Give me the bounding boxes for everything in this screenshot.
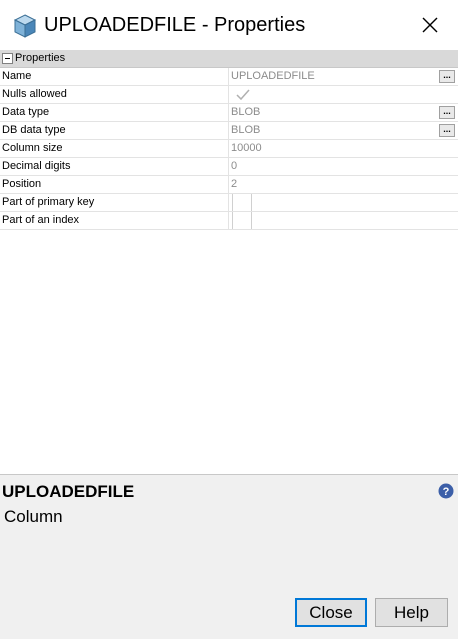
property-value[interactable]: BLOB	[231, 122, 260, 139]
close-icon[interactable]	[418, 13, 442, 37]
help-icon[interactable]: ?	[438, 483, 454, 499]
column-divider	[228, 104, 229, 121]
column-divider	[228, 158, 229, 175]
checkmark-icon[interactable]	[234, 87, 252, 102]
ellipsis-button[interactable]: ...	[439, 70, 455, 83]
property-row-db-data-type[interactable]: DB data type BLOB ...	[0, 122, 458, 140]
property-value[interactable]: BLOB	[231, 104, 260, 121]
property-row-name[interactable]: Name UPLOADEDFILE ...	[0, 68, 458, 86]
collapse-icon[interactable]	[2, 53, 13, 64]
window-title: UPLOADEDFILE - Properties	[44, 14, 306, 36]
ellipsis-button[interactable]: ...	[439, 124, 455, 137]
property-name: Data type	[2, 106, 50, 118]
checkbox[interactable]	[232, 194, 252, 211]
cube-icon	[13, 14, 37, 38]
checkbox[interactable]	[232, 212, 252, 229]
column-divider	[228, 68, 229, 85]
property-row-decimal-digits[interactable]: Decimal digits 0	[0, 158, 458, 176]
property-name: DB data type	[2, 124, 66, 136]
property-value[interactable]: UPLOADEDFILE	[231, 68, 315, 85]
property-value[interactable]: 10000	[231, 140, 262, 157]
property-name: Name	[2, 70, 32, 82]
column-divider	[228, 140, 229, 157]
property-row-part-of-primary-key[interactable]: Part of primary key	[0, 194, 458, 212]
close-button[interactable]: Close	[295, 598, 367, 627]
title-bar: UPLOADEDFILE - Properties	[0, 0, 458, 50]
property-name: Decimal digits	[2, 160, 71, 172]
property-value[interactable]: 0	[231, 158, 237, 175]
property-name: Position	[2, 178, 42, 190]
property-name: Nulls allowed	[2, 88, 67, 100]
ellipsis-button[interactable]: ...	[439, 106, 455, 119]
property-name: Part of primary key	[2, 196, 95, 208]
svg-text:?: ?	[443, 486, 450, 498]
property-name: Column size	[2, 142, 63, 154]
property-row-data-type[interactable]: Data type BLOB ...	[0, 104, 458, 122]
properties-section-header[interactable]: Properties	[0, 50, 458, 68]
section-label: Properties	[15, 52, 66, 64]
column-divider	[228, 122, 229, 139]
property-row-column-size[interactable]: Column size 10000	[0, 140, 458, 158]
property-name: Part of an index	[2, 214, 80, 226]
column-divider	[228, 176, 229, 193]
description-title: UPLOADEDFILE	[2, 482, 135, 501]
column-divider	[228, 86, 229, 103]
column-divider	[228, 212, 229, 229]
property-row-nulls-allowed[interactable]: Nulls allowed	[0, 86, 458, 104]
property-value[interactable]: 2	[231, 176, 237, 193]
property-row-position[interactable]: Position 2	[0, 176, 458, 194]
help-button[interactable]: Help	[375, 598, 448, 627]
property-grid: Properties Name UPLOADEDFILE ... Nulls a…	[0, 50, 458, 230]
property-row-part-of-an-index[interactable]: Part of an index	[0, 212, 458, 230]
description-subtitle: Column	[4, 507, 63, 526]
column-divider	[228, 194, 229, 211]
